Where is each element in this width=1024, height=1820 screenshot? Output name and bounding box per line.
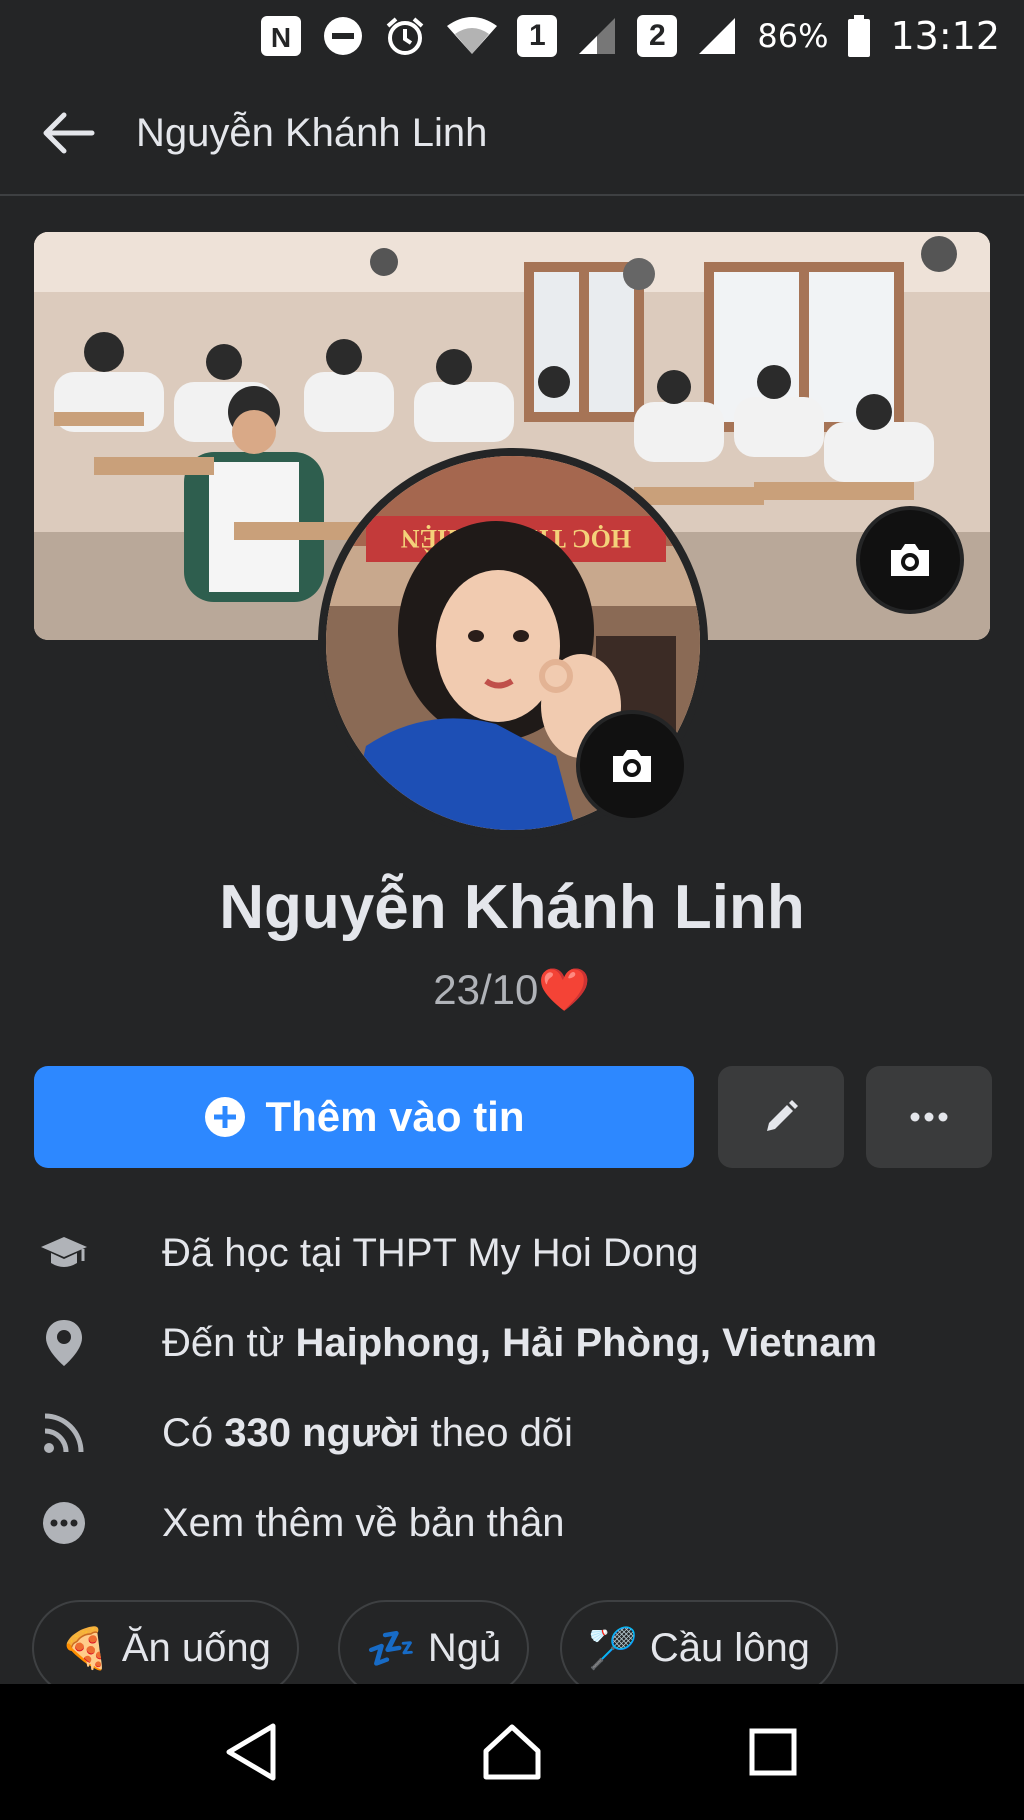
- edit-profile-button[interactable]: [718, 1066, 844, 1168]
- profile-name: Nguyễn Khánh Linh: [219, 873, 805, 942]
- add-to-story-label: Thêm vào tin: [265, 1093, 525, 1140]
- sim1-badge: 1: [517, 15, 558, 57]
- hometown-prefix: Đến từ: [162, 1320, 296, 1365]
- hobby-chip[interactable]: 💤 Ngủ: [338, 1600, 530, 1696]
- education-value: THPT My Hoi Dong: [352, 1230, 699, 1275]
- battery-icon: [846, 14, 872, 58]
- hobby-label: Cầu lông: [649, 1625, 810, 1670]
- app-header: Nguyễn Khánh Linh: [0, 72, 1024, 196]
- nav-home-button[interactable]: [452, 1692, 572, 1812]
- square-recents-icon: [749, 1728, 797, 1776]
- pizza-icon: 🍕: [60, 1626, 110, 1671]
- see-more-label: Xem thêm về bản thân: [162, 1500, 565, 1545]
- see-more-about-row[interactable]: Xem thêm về bản thân: [34, 1488, 994, 1558]
- camera-icon: [613, 750, 651, 782]
- location-pin-icon: [34, 1313, 94, 1373]
- alarm-icon: [383, 14, 427, 58]
- signal-icon: [575, 14, 619, 58]
- camera-icon: [891, 544, 929, 576]
- svg-text:N: N: [271, 22, 291, 53]
- hometown-value[interactable]: Haiphong, Hải Phòng, Vietnam: [296, 1321, 878, 1365]
- change-cover-button[interactable]: [856, 506, 964, 614]
- more-circle-icon: [34, 1493, 94, 1553]
- clock: 13:12: [890, 14, 1000, 58]
- hobby-label: Ăn uống: [121, 1625, 271, 1670]
- more-options-button[interactable]: [866, 1066, 992, 1168]
- hometown-row: Đến từ Haiphong, Hải Phòng, Vietnam: [34, 1308, 994, 1378]
- nav-recents-button[interactable]: [713, 1692, 833, 1812]
- nav-back-button[interactable]: [191, 1692, 311, 1812]
- add-to-story-button[interactable]: Thêm vào tin: [34, 1066, 694, 1168]
- pencil-icon: [767, 1100, 798, 1131]
- hobby-chip[interactable]: 🍕 Ăn uống: [32, 1600, 299, 1696]
- followers-prefix: Có: [162, 1410, 225, 1455]
- followers-row: Có 330 người theo dõi: [34, 1398, 994, 1468]
- plus-circle-icon: [205, 1097, 246, 1137]
- back-button[interactable]: [0, 71, 136, 195]
- more-icon: [910, 1112, 948, 1122]
- education-row: Đã học tại THPT My Hoi Dong: [34, 1218, 994, 1288]
- followers-count[interactable]: 330 người: [224, 1411, 419, 1455]
- home-icon: [483, 1724, 541, 1780]
- do-not-disturb-icon: [321, 14, 365, 58]
- status-bar: N 1 2 86% 13:12: [0, 0, 1024, 72]
- heart-emoji: ❤️: [538, 966, 591, 1013]
- header-title: Nguyễn Khánh Linh: [136, 110, 488, 155]
- hobby-chip[interactable]: 🏸 Cầu lông: [560, 1600, 838, 1696]
- arrow-left-icon: [43, 112, 95, 154]
- triangle-back-icon: [226, 1723, 276, 1781]
- bio-text: 23/10: [433, 966, 539, 1013]
- sleep-icon: 💤: [366, 1626, 416, 1671]
- profile-bio: 23/10❤️: [0, 966, 1024, 1015]
- hobby-label: Ngủ: [427, 1625, 502, 1670]
- followers-suffix: theo dõi: [419, 1410, 573, 1455]
- rss-icon: [34, 1403, 94, 1463]
- graduation-cap-icon: [34, 1223, 94, 1283]
- battery-percent: 86%: [757, 17, 829, 55]
- badminton-icon: 🏸: [588, 1626, 638, 1671]
- system-nav-bar: [0, 1684, 1024, 1820]
- education-prefix: Đã học tại: [162, 1230, 353, 1275]
- signal-icon: [695, 14, 739, 58]
- nfc-icon: N: [259, 14, 303, 58]
- change-avatar-button[interactable]: [576, 710, 688, 822]
- sim2-badge: 2: [637, 15, 678, 57]
- wifi-icon: [445, 14, 499, 58]
